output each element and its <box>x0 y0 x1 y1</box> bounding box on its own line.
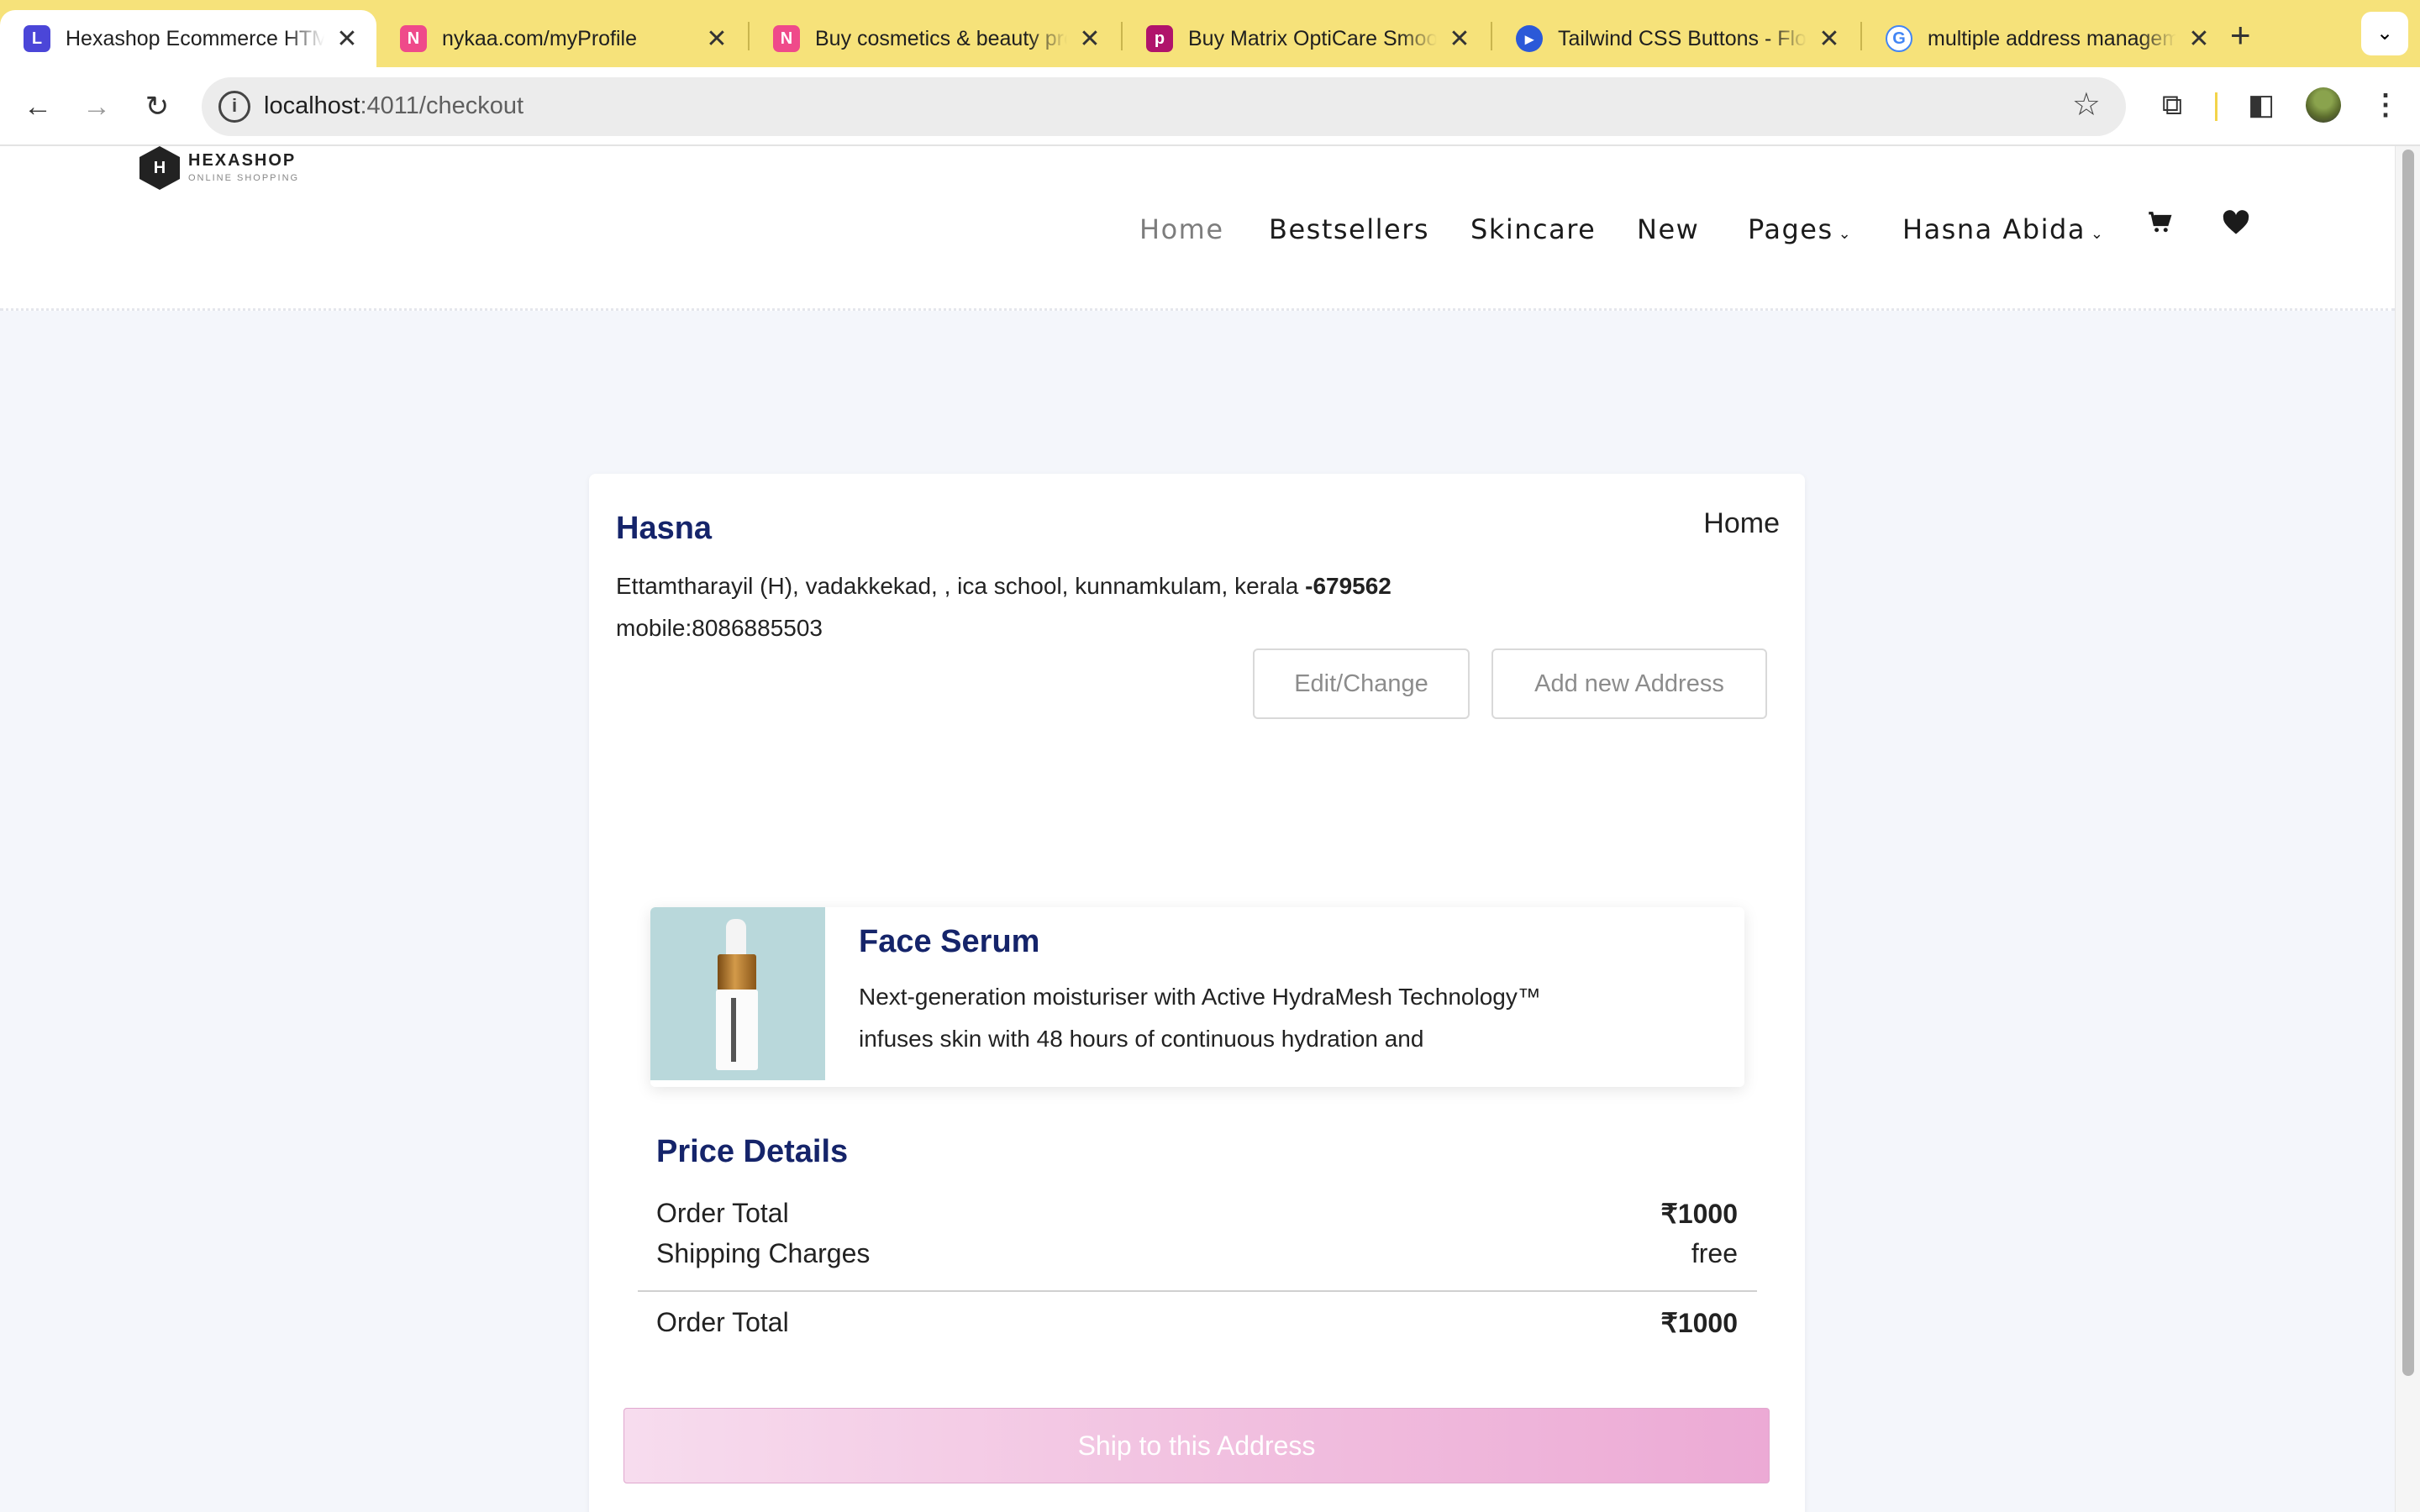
add-new-address-button[interactable]: Add new Address <box>1491 648 1767 719</box>
scrollbar-thumb[interactable] <box>2402 150 2414 1376</box>
tab-title: Buy Matrix OptiCare Smooth <box>1188 26 1437 50</box>
ship-to-this-address-button[interactable]: Ship to this Address <box>623 1408 1770 1483</box>
nykaa-favicon-icon: N <box>773 25 800 52</box>
tab-hexashop[interactable]: L Hexashop Ecommerce HTML ✕ <box>0 10 376 67</box>
serum-bottle-label <box>731 998 736 1062</box>
toolbar-divider <box>2215 92 2217 121</box>
nav-user-label: Hasna Abida <box>1902 213 2086 245</box>
address-type: Home <box>1703 507 1780 539</box>
profile-avatar[interactable] <box>2306 87 2341 123</box>
product-description: Next-generation moisturiser with Active … <box>859 984 1541 1052</box>
tab-title: Hexashop Ecommerce HTML <box>66 26 324 50</box>
tab-search-chevron-icon[interactable]: ⌄ <box>2361 12 2408 55</box>
wishlist-heart-icon[interactable] <box>2222 210 2250 243</box>
product-card[interactable]: Face Serum Next-generation moisturiser w… <box>650 907 1744 1087</box>
address-line: Ettamtharayil (H), vadakkekad, , ica sch… <box>616 573 1392 600</box>
nav-home[interactable]: Home <box>1139 213 1224 245</box>
tab-close-icon[interactable]: ✕ <box>1817 24 1842 54</box>
tab-close-icon[interactable]: ✕ <box>2186 24 2212 54</box>
hexashop-logo-icon[interactable]: H <box>139 146 180 190</box>
cart-icon[interactable] <box>2148 210 2173 243</box>
site-info-icon[interactable]: i <box>218 91 250 123</box>
browser-toolbar: ← → ↻ i localhost:4011/checkout ☆ ⧉ ◧ ⋮ <box>0 67 2420 146</box>
tab-nykaa-cosmetics[interactable]: N Buy cosmetics & beauty products ✕ <box>750 10 1119 67</box>
address-name: Hasna <box>616 511 713 546</box>
side-panel-icon[interactable]: ◧ <box>2240 84 2282 126</box>
url-host: localhost <box>264 92 360 119</box>
edit-change-button[interactable]: Edit/Change <box>1253 648 1470 719</box>
hexashop-favicon-icon: L <box>24 25 50 52</box>
url-path: :4011/checkout <box>360 92 524 119</box>
forward-arrow-icon[interactable]: → <box>76 86 118 128</box>
grand-total-value: ₹1000 <box>1660 1308 1738 1338</box>
logo-name[interactable]: HEXASHOP <box>188 151 296 171</box>
chevron-down-icon: ⌄ <box>1838 225 1853 243</box>
tab-close-icon[interactable]: ✕ <box>1077 24 1102 54</box>
price-details-title: Price Details <box>656 1134 849 1169</box>
url-text: localhost:4011/checkout <box>264 92 523 120</box>
nav-skincare[interactable]: Skincare <box>1470 213 1596 245</box>
tab-close-icon[interactable]: ✕ <box>704 24 729 54</box>
new-tab-button[interactable]: + <box>2230 15 2251 55</box>
product-name[interactable]: Face Serum <box>859 924 1039 960</box>
nav-pages-label: Pages <box>1748 213 1833 245</box>
address-pincode: -679562 <box>1305 573 1392 599</box>
tab-title: Tailwind CSS Buttons - Flowbite <box>1558 26 1807 50</box>
browser-menu-icon[interactable]: ⋮ <box>2365 84 2407 126</box>
browser-tab-strip: L Hexashop Ecommerce HTML ✕ N nykaa.com/… <box>0 0 2420 67</box>
serum-bottle-collar <box>718 954 756 991</box>
extensions-puzzle-icon[interactable]: ⧉ <box>2151 84 2193 126</box>
tab-purplle[interactable]: p Buy Matrix OptiCare Smooth ✕ <box>1123 10 1489 67</box>
tab-close-icon[interactable]: ✕ <box>334 24 360 54</box>
tab-close-icon[interactable]: ✕ <box>1447 24 1472 54</box>
purplle-favicon-icon: p <box>1146 25 1173 52</box>
nav-bestsellers[interactable]: Bestsellers <box>1269 213 1429 245</box>
site-header: H HEXASHOP ONLINE SHOPPING Home Bestsell… <box>0 146 2395 311</box>
checkout-card: Hasna Home Ettamtharayil (H), vadakkekad… <box>589 474 1805 1512</box>
nav-pages-dropdown[interactable]: Pages ⌄ <box>1748 213 1852 245</box>
tab-title: multiple address management <box>1928 26 2176 50</box>
order-total-label: Order Total <box>656 1198 789 1228</box>
website-viewport: H HEXASHOP ONLINE SHOPPING Home Bestsell… <box>0 146 2395 1512</box>
nykaa-favicon-icon: N <box>400 25 427 52</box>
bookmark-star-icon[interactable]: ☆ <box>2072 86 2101 123</box>
address-bar[interactable]: i localhost:4011/checkout ☆ <box>202 77 2126 136</box>
shipping-charges-value: free <box>1691 1238 1738 1268</box>
tab-title: Buy cosmetics & beauty products <box>815 26 1067 50</box>
logo-tagline: ONLINE SHOPPING <box>188 173 300 183</box>
back-arrow-icon[interactable]: ← <box>17 86 59 128</box>
tab-nykaa-profile[interactable]: N nykaa.com/myProfile ✕ <box>376 10 746 67</box>
nav-new[interactable]: New <box>1637 213 1699 245</box>
nav-user-dropdown[interactable]: Hasna Abida ⌄ <box>1902 213 2105 245</box>
google-favicon-icon: G <box>1886 25 1912 52</box>
address-street: Ettamtharayil (H), vadakkekad, , ica sch… <box>616 573 1306 599</box>
tab-title: nykaa.com/myProfile <box>442 26 638 50</box>
grand-total-label: Order Total <box>656 1307 789 1337</box>
page-scrollbar[interactable] <box>2395 146 2420 1512</box>
serum-bottle-dropper <box>726 919 746 956</box>
address-mobile: mobile:8086885503 <box>616 615 823 641</box>
flowbite-favicon-icon: ▸ <box>1516 25 1543 52</box>
shipping-charges-label: Shipping Charges <box>656 1238 871 1268</box>
reload-icon[interactable]: ↻ <box>136 86 178 128</box>
price-divider <box>638 1290 1757 1292</box>
tab-google-search[interactable]: G multiple address management ✕ <box>1862 10 2228 67</box>
chevron-down-icon: ⌄ <box>2090 225 2105 243</box>
product-image <box>650 907 825 1080</box>
tab-flowbite[interactable]: ▸ Tailwind CSS Buttons - Flowbite ✕ <box>1492 10 1859 67</box>
order-total-value: ₹1000 <box>1660 1199 1738 1229</box>
serum-bottle-body <box>716 990 758 1070</box>
